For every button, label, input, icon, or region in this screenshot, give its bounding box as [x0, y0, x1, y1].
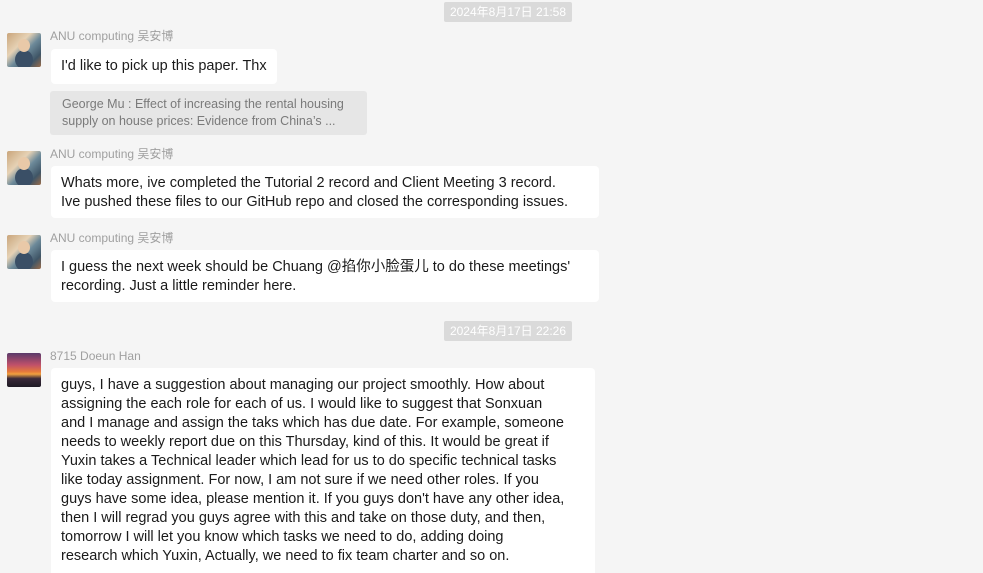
- message-text: guys, I have a suggestion about managing…: [61, 377, 545, 393]
- message-text: and I manage and assign the taks which h…: [61, 415, 564, 431]
- message-text: research which Yuxin, Actually, we need …: [61, 548, 510, 564]
- message-bubble[interactable]: Whats more, ive completed the Tutorial 2…: [51, 166, 599, 218]
- message-bubble[interactable]: I guess the next week should be Chuang @…: [51, 250, 599, 302]
- timestamp-divider: 2024年8月17日 22:26: [444, 321, 572, 341]
- timestamp-divider: 2024年8月17日 21:58: [444, 2, 572, 22]
- message-text: Whats more, ive completed the Tutorial 2…: [61, 175, 556, 191]
- sender-name: ANU computing 吴安博: [50, 147, 174, 161]
- quoted-message[interactable]: George Mu : Effect of increasing the ren…: [50, 91, 367, 135]
- chat-message-area: 2024年8月17日 21:58 ANU computing 吴安博 I'd l…: [0, 0, 983, 573]
- avatar[interactable]: [7, 151, 41, 185]
- sender-name: 8715 Doeun Han: [50, 349, 141, 363]
- message-bubble[interactable]: I'd like to pick up this paper. Thx: [51, 49, 277, 84]
- quote-text: supply on house prices: Evidence from Ch…: [62, 114, 336, 128]
- message-text: tomorrow I will let you know which tasks…: [61, 529, 504, 545]
- message-text: recording. Just a little reminder here.: [61, 278, 297, 294]
- message-text: Ive pushed these files to our GitHub rep…: [61, 194, 568, 210]
- message-text: I'd like to pick up this paper. Thx: [61, 58, 267, 74]
- message-bubble[interactable]: guys, I have a suggestion about managing…: [51, 368, 595, 573]
- avatar[interactable]: [7, 33, 41, 67]
- message-text: Yuxin takes a Technical leader which lea…: [61, 453, 557, 469]
- avatar[interactable]: [7, 235, 41, 269]
- message-text: I guess the next week should be Chuang @…: [61, 259, 571, 275]
- quote-text: George Mu : Effect of increasing the ren…: [62, 97, 344, 111]
- message-text: like today assignment. For now, I am not…: [61, 472, 539, 488]
- message-text: guys have some idea, please mention it. …: [61, 491, 565, 507]
- sender-name: ANU computing 吴安博: [50, 29, 174, 43]
- avatar[interactable]: [7, 353, 41, 387]
- message-text: then I will regrad you guys agree with t…: [61, 510, 546, 526]
- message-text: needs to weekly report due on this Thurs…: [61, 434, 549, 450]
- message-text: assigning the each role for each of us. …: [61, 396, 543, 412]
- sender-name: ANU computing 吴安博: [50, 231, 174, 245]
